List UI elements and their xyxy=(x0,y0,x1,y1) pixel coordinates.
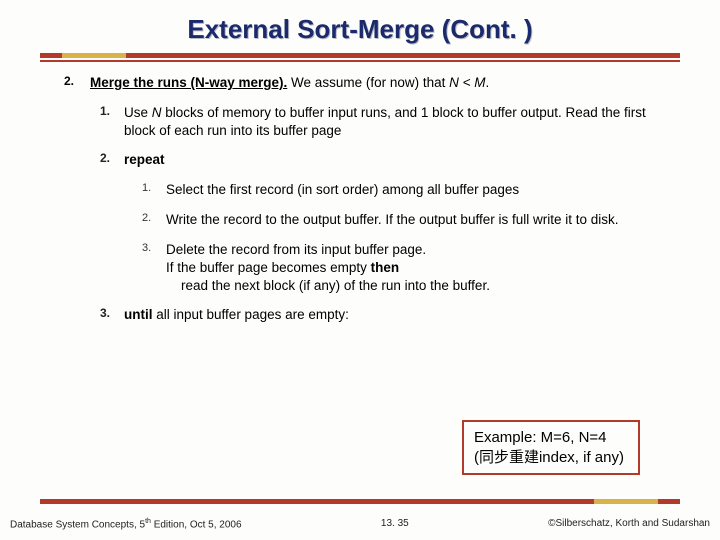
sub1-var: N xyxy=(152,105,162,120)
sub-2-repeat: 2. repeat 1. Select the first record (in… xyxy=(100,151,656,294)
example-line1: Example: M=6, N=4 xyxy=(474,428,624,448)
sub-1: 1. Use N blocks of memory to buffer inpu… xyxy=(100,104,656,140)
example-line2: (同步重建index, if any) xyxy=(474,448,624,468)
sub-number: 1. xyxy=(100,104,124,140)
sub-number: 3. xyxy=(100,306,124,324)
sub-3-until: 3. until all input buffer pages are empt… xyxy=(100,306,656,324)
r-number: 1. xyxy=(142,181,166,199)
r-number: 2. xyxy=(142,211,166,229)
repeat-3: 3. Delete the record from its input buff… xyxy=(142,241,656,294)
footer-left: Database System Concepts, 5th Edition, O… xyxy=(10,518,242,530)
repeat-label: repeat xyxy=(124,152,165,167)
repeat-2: 2. Write the record to the output buffer… xyxy=(142,211,656,229)
r2-text: Write the record to the output buffer. I… xyxy=(166,211,656,229)
footer: Database System Concepts, 5th Edition, O… xyxy=(10,518,710,530)
until-label: until xyxy=(124,307,153,322)
r-number: 3. xyxy=(142,241,166,294)
bottom-rule xyxy=(40,499,680,504)
footer-right: ©Silberschatz, Korth and Sudarshan xyxy=(548,518,710,530)
sub1-post: blocks of memory to buffer input runs, a… xyxy=(124,105,646,138)
until-rest: all input buffer pages are empty: xyxy=(153,307,349,322)
sub-number: 2. xyxy=(100,151,124,294)
repeat-1: 1. Select the first record (in sort orde… xyxy=(142,181,656,199)
r3-text: Delete the record from its input buffer … xyxy=(166,241,656,294)
content-area: 2. Merge the runs (N-way merge). We assu… xyxy=(0,62,720,334)
top-rule xyxy=(40,53,680,62)
step-number: 2. xyxy=(64,74,90,334)
sub1-pre: Use xyxy=(124,105,152,120)
step-lead: Merge the runs (N-way merge). xyxy=(90,75,287,90)
step-2: 2. Merge the runs (N-way merge). We assu… xyxy=(64,74,656,334)
example-box: Example: M=6, N=4 (同步重建index, if any) xyxy=(462,420,640,475)
assume-post: . xyxy=(486,75,490,90)
assume-pre: We assume (for now) that xyxy=(287,75,449,90)
r1-text: Select the first record (in sort order) … xyxy=(166,181,656,199)
footer-mid: 13. 35 xyxy=(242,518,549,530)
assume-rel: N < M xyxy=(449,75,485,90)
slide-title: External Sort-Merge (Cont. ) xyxy=(0,0,720,53)
